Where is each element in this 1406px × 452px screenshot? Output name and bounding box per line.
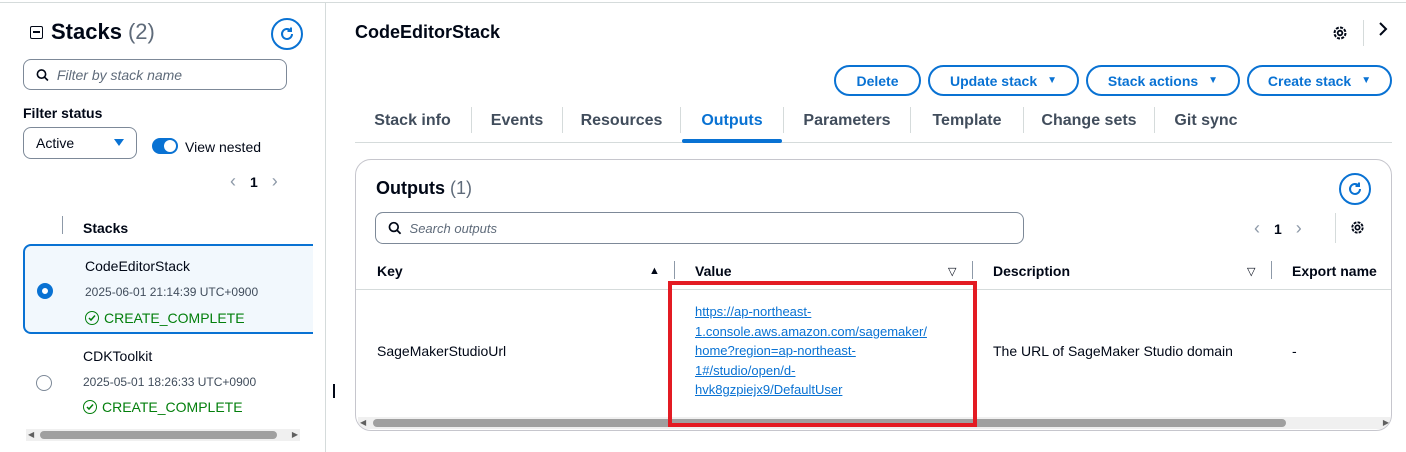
search-icon — [388, 221, 402, 235]
next-page-icon[interactable]: › — [272, 171, 278, 192]
outputs-search-input[interactable] — [409, 220, 1023, 236]
sort-icon[interactable]: ▽ — [948, 265, 956, 278]
stack-status-text: CREATE_COMPLETE — [102, 399, 243, 415]
column-header-export-name[interactable]: Export name — [1292, 263, 1377, 279]
current-page[interactable]: 1 — [250, 174, 258, 190]
stack-status: CREATE_COMPLETE — [83, 399, 243, 415]
chevron-right-icon[interactable] — [1378, 22, 1388, 41]
tab-separator — [680, 107, 681, 133]
current-page[interactable]: 1 — [1274, 221, 1282, 237]
caret-down-icon: ▼ — [1361, 75, 1372, 86]
prev-page-icon[interactable]: ‹ — [230, 171, 236, 192]
status-select[interactable]: Active — [23, 127, 137, 159]
next-page-icon[interactable]: › — [1296, 218, 1302, 239]
settings-gear-icon[interactable] — [1331, 24, 1349, 47]
stack-radio[interactable] — [36, 375, 52, 391]
pagination-separator — [1335, 213, 1336, 243]
stack-row-cdktoolkit[interactable]: CDKToolkit 2025-05-01 18:26:33 UTC+0900 … — [23, 337, 313, 427]
caret-down-icon — [114, 139, 124, 146]
create-stack-button[interactable]: Create stack ▼ — [1247, 65, 1392, 96]
column-header-key[interactable]: Key — [377, 263, 403, 279]
sort-ascending-icon[interactable]: ▲ — [649, 265, 660, 277]
output-key: SageMakerStudioUrl — [377, 343, 507, 359]
stack-radio-selected[interactable] — [37, 283, 53, 299]
tab-resources[interactable]: Resources — [563, 101, 680, 141]
stacks-column-header: Stacks — [83, 220, 129, 236]
output-description: The URL of SageMaker Studio domain — [993, 343, 1233, 359]
column-separator[interactable] — [1271, 261, 1272, 279]
table-settings-gear-icon[interactable] — [1349, 219, 1366, 241]
column-separator[interactable] — [674, 261, 675, 279]
caret-down-icon: ▼ — [1047, 75, 1058, 86]
refresh-stacks-button[interactable] — [271, 18, 303, 50]
scrollbar-thumb[interactable] — [40, 431, 277, 439]
filter-status-label: Filter status — [23, 105, 103, 121]
column-separator[interactable] — [972, 261, 973, 279]
stack-filter-field[interactable] — [23, 59, 287, 90]
stacks-sidebar: Stacks (2) Filter status Active View nes… — [0, 3, 326, 452]
success-icon — [83, 400, 97, 414]
outputs-count: (1) — [450, 178, 473, 198]
outputs-title: Outputs (1) — [376, 178, 472, 199]
output-export-name: - — [1292, 343, 1297, 359]
update-stack-label: Update stack — [949, 72, 1038, 89]
outputs-pagination: ‹ 1 › — [1254, 218, 1302, 239]
stack-name: CDKToolkit — [83, 348, 153, 364]
refresh-outputs-button[interactable] — [1339, 173, 1371, 205]
stack-tabs: Stack info Events Resources Outputs Para… — [355, 101, 1392, 143]
panel-resize-handle[interactable] — [333, 384, 335, 398]
scroll-left-icon[interactable]: ◀ — [28, 429, 34, 441]
stacks-heading: Stacks (2) — [30, 19, 155, 45]
stack-row-codeeditorstack[interactable]: CodeEditorStack 2025-06-01 21:14:39 UTC+… — [23, 244, 313, 334]
stack-date: 2025-05-01 18:26:33 UTC+0900 — [83, 375, 257, 389]
stack-filter-input[interactable] — [56, 66, 286, 83]
stacks-count: (2) — [127, 19, 155, 44]
view-nested-toggle[interactable] — [152, 138, 178, 154]
tab-outputs[interactable]: Outputs — [682, 101, 782, 143]
delete-button[interactable]: Delete — [834, 65, 921, 96]
outputs-title-text: Outputs — [376, 178, 445, 198]
scroll-right-icon[interactable]: ▶ — [292, 429, 298, 441]
sidebar-horizontal-scrollbar[interactable]: ◀ ▶ — [26, 429, 300, 441]
stack-status-text: CREATE_COMPLETE — [104, 310, 245, 326]
sort-icon[interactable]: ▽ — [1247, 265, 1255, 278]
value-highlight-box — [668, 281, 977, 427]
collapse-icon[interactable] — [30, 25, 43, 39]
outputs-search-field[interactable] — [375, 212, 1024, 244]
page-title: CodeEditorStack — [355, 22, 501, 42]
column-header-description[interactable]: Description — [993, 263, 1070, 279]
scroll-left-icon[interactable]: ◀ — [360, 417, 366, 429]
success-icon — [85, 311, 99, 325]
refresh-icon — [1349, 182, 1361, 195]
status-select-value: Active — [36, 135, 75, 151]
search-icon — [36, 68, 49, 81]
stack-actions-label: Stack actions — [1107, 72, 1199, 89]
stacks-pagination: ‹ 1 › — [230, 171, 278, 192]
tab-events[interactable]: Events — [472, 101, 562, 141]
refresh-icon — [281, 27, 293, 40]
caret-down-icon: ▼ — [1208, 75, 1219, 86]
column-separator — [62, 216, 63, 234]
prev-page-icon[interactable]: ‹ — [1254, 218, 1260, 239]
stack-actions-button[interactable]: Stack actions ▼ — [1086, 65, 1240, 96]
tab-template[interactable]: Template — [911, 101, 1023, 141]
header-separator — [1363, 20, 1364, 46]
stack-status: CREATE_COMPLETE — [85, 310, 245, 326]
stacks-title: Stacks — [51, 19, 122, 44]
tab-stack-info[interactable]: Stack info — [355, 101, 470, 141]
update-stack-button[interactable]: Update stack ▼ — [928, 65, 1079, 96]
view-nested-label: View nested — [185, 139, 262, 155]
stack-name: CodeEditorStack — [85, 258, 191, 274]
stack-date: 2025-06-01 21:14:39 UTC+0900 — [85, 285, 259, 299]
delete-button-label: Delete — [856, 72, 899, 89]
tab-parameters[interactable]: Parameters — [784, 101, 910, 141]
scroll-right-icon[interactable]: ▶ — [1383, 417, 1389, 429]
column-header-value[interactable]: Value — [695, 263, 732, 279]
tab-git-sync[interactable]: Git sync — [1155, 101, 1257, 141]
tab-change-sets[interactable]: Change sets — [1024, 101, 1154, 141]
create-stack-label: Create stack — [1267, 72, 1352, 89]
